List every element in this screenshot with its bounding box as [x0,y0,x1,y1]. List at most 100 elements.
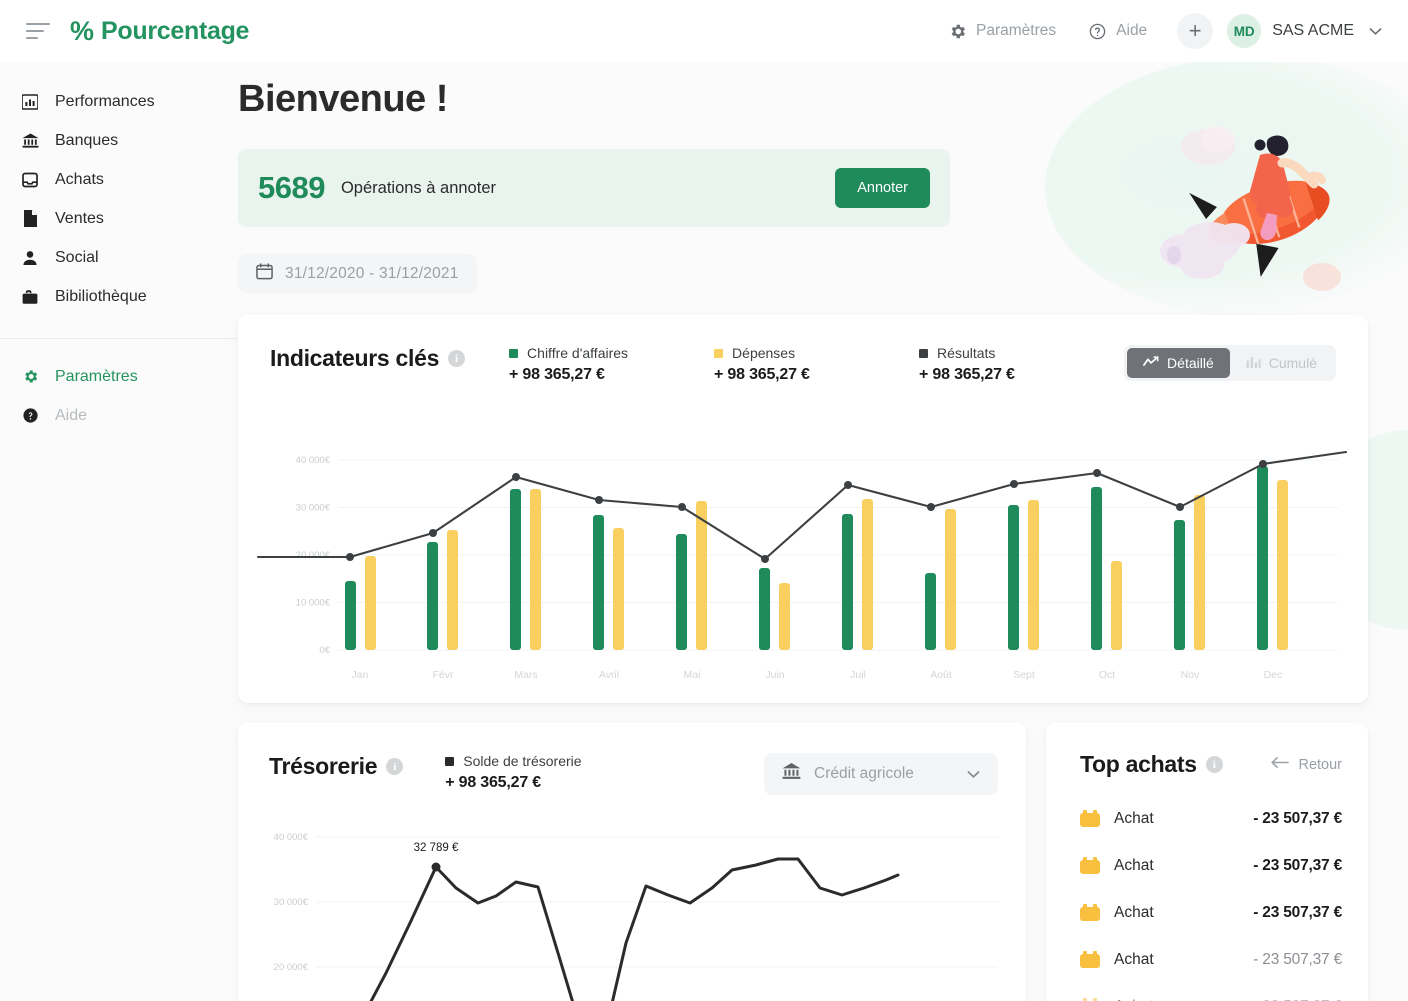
svg-text:Oct: Oct [1099,669,1115,681]
legend-label: Résultats [937,345,996,361]
list-item[interactable]: Achat - 23 507,37 € [1080,842,1342,889]
percent-icon: % [70,15,95,46]
sidebar-item-performances[interactable]: Performances [0,82,238,121]
bank-icon [782,763,801,785]
list-item[interactable]: Achat - 23 507,37 € [1080,936,1342,983]
legend-label: Dépenses [732,345,796,361]
svg-text:30 000€: 30 000€ [296,503,331,514]
top-achats-list: Achat - 23 507,37 € Achat - 23 507,37 € … [1080,795,1342,1001]
arrow-left-icon [1271,756,1290,773]
svg-text:Juin: Juin [765,669,784,681]
svg-text:10 000€: 10 000€ [296,598,331,609]
svg-text:20 000€: 20 000€ [296,550,331,561]
svg-text:40 000€: 40 000€ [296,455,331,466]
tresorerie-chart: 40 000€ 30 000€ 20 000€ 10 000€ 32 789 € [274,832,998,1001]
sidebar-item-aide[interactable]: Aide [0,396,238,435]
help-button[interactable]: Aide [1072,22,1163,41]
shopping-bag-icon [1080,951,1100,968]
kpi-title: Indicateurs clés [270,345,440,371]
item-name: Achat [1114,950,1154,968]
brand-logo[interactable]: % Pourcentage [70,17,249,46]
tresorerie-legend: Solde de trésorerie + 98 365,27 € [445,753,582,792]
retour-button[interactable]: Retour [1271,756,1342,773]
tresorerie-title: Trésorerie [269,753,378,779]
avatar: MD [1227,14,1262,48]
svg-text:Sept: Sept [1013,669,1035,681]
sidebar-item-label: Aide [55,406,88,424]
sidebar-divider [0,338,238,339]
svg-text:Nov: Nov [1181,669,1200,681]
bank-select-value: Crédit agricole [814,765,914,782]
inbox-icon [20,172,40,188]
help-circle-icon [1088,22,1107,41]
list-item[interactable]: Achat - 23 507,37 € [1080,983,1342,1001]
legend-value: + 98 365,27 € [445,774,541,791]
kpi-chart-line-points [346,460,1267,563]
sidebar-item-achats[interactable]: Achats [0,160,238,199]
svg-text:30 000€: 30 000€ [274,897,309,908]
org-name: SAS ACME [1272,22,1354,39]
info-icon[interactable]: i [448,350,466,367]
legend-swatch [509,348,519,358]
svg-text:Mai: Mai [684,669,701,681]
annoter-button[interactable]: Annoter [835,168,930,208]
svg-text:Jan: Jan [352,669,369,681]
sidebar-item-parametres[interactable]: Paramètres [0,357,238,396]
line-chart-icon [1143,355,1159,371]
add-button[interactable]: + [1177,13,1214,49]
sidebar-item-social[interactable]: Social [0,238,238,277]
tab-cumule[interactable]: Cumulé [1230,348,1333,378]
brand-name: Pourcentage [101,16,250,45]
sidebar-item-bibliotheque[interactable]: Bibiliothèque [0,277,238,316]
info-icon[interactable]: i [386,758,404,775]
item-amount: - 23 507,37 € [1253,903,1342,921]
date-range-text: 31/12/2020 - 31/12/2021 [285,264,459,282]
document-icon [20,210,40,227]
briefcase-icon [20,289,40,305]
date-range-picker[interactable]: 31/12/2020 - 31/12/2021 [238,254,477,293]
list-item[interactable]: Achat - 23 507,37 € [1080,889,1342,936]
sidebar-item-ventes[interactable]: Ventes [0,199,238,238]
tab-detaille[interactable]: Détaillé [1127,348,1230,378]
sidebar-item-banques[interactable]: Banques [0,121,238,160]
legend-item-resultats: Résultats + 98 365,27 € [919,345,1124,384]
sidebar-item-label: Paramètres [55,367,138,385]
menu-toggle-icon[interactable] [26,23,50,39]
info-icon[interactable]: i [1205,756,1223,773]
bank-icon [20,132,40,149]
svg-text:Mars: Mars [514,669,537,681]
svg-text:40 000€: 40 000€ [274,832,309,843]
tresorerie-header: Trésorerie i Solde de trésorerie + 98 36… [269,753,998,795]
tab-label: Détaillé [1167,355,1214,371]
bank-select[interactable]: Crédit agricole [764,753,998,795]
svg-text:Août: Août [930,669,952,681]
svg-text:32 789 €: 32 789 € [414,842,459,854]
sidebar-item-label: Performances [55,92,155,110]
svg-text:Avril: Avril [599,669,619,681]
retour-label: Retour [1298,756,1342,773]
tresorerie-chart-yaxis: 40 000€ 30 000€ 20 000€ 10 000€ [274,832,309,973]
sidebar-item-label: Banques [55,131,119,149]
gear-icon [948,22,967,41]
svg-text:Dec: Dec [1264,669,1283,681]
dashboard-page: % Pourcentage Paramètres Aide + MD SAS A… [0,0,1408,1001]
list-item[interactable]: Achat - 23 507,37 € [1080,795,1342,842]
item-name: Achat [1114,809,1154,827]
svg-text:20 000€: 20 000€ [274,962,309,973]
person-icon [20,250,40,266]
item-name: Achat [1114,856,1154,874]
calendar-icon [256,262,273,285]
tresorerie-panel: Trésorerie i Solde de trésorerie + 98 36… [238,723,1026,1001]
kpi-chart-xaxis: Jan Févr Mars Avril Mai Juin Juil Août S… [352,669,1283,681]
sidebar-item-label: Bibiliothèque [55,287,147,305]
help-label: Aide [1116,22,1148,39]
help-circle-icon [20,407,40,424]
top-achats-panel: Top achats i Retour Achat - 23 507,37 € … [1046,723,1368,1001]
tresorerie-chart-line [369,857,900,1001]
annotate-count: 5689 [258,170,325,205]
kpi-header: Indicateurs clés i Chiffre d'affaires + … [270,345,1336,384]
gear-icon [20,368,40,385]
legend-value: + 98 365,27 € [919,366,1015,383]
settings-button[interactable]: Paramètres [932,22,1072,41]
org-switcher[interactable]: MD SAS ACME [1227,14,1382,48]
